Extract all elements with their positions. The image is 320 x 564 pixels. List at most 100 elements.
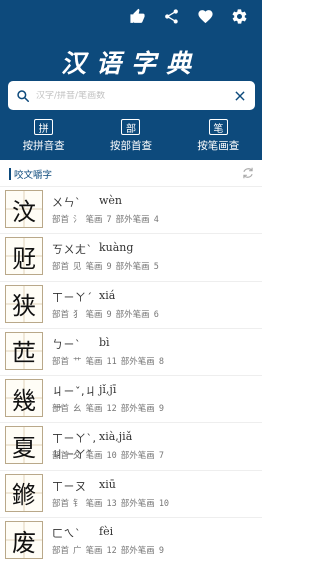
pinyin: fèi — [99, 525, 114, 539]
pinyin: xiū — [99, 477, 116, 491]
lookup-by-strokes-button[interactable]: 笔 按笔画查 — [175, 119, 262, 153]
strokes-value: 9 — [106, 309, 112, 320]
radical-value: 夂 — [73, 451, 82, 462]
character-tile: 幾 — [5, 379, 43, 418]
list-item[interactable]: 幾ㄐㄧˇ,ㄐㄧ jǐ,jī 部首幺笔画 12 部外笔画 9 — [0, 375, 262, 423]
strokes-value: 12 — [106, 546, 117, 557]
extra-strokes-label: 部外笔画 — [120, 546, 155, 557]
radical-label: 部首 — [52, 356, 70, 367]
extra-strokes-label: 部外笔画 — [120, 451, 155, 462]
gear-icon — [232, 8, 246, 24]
radical-label: 部首 — [52, 451, 70, 462]
list-item[interactable]: 废 ㄈㄟˋ fèi 部首广笔画 12 部外笔画 9 — [0, 517, 262, 564]
extra-strokes-value: 8 — [158, 356, 164, 367]
zhuyin: ㄈㄟˋ — [52, 527, 81, 541]
character-tile: 汶 — [5, 190, 43, 228]
extra-strokes-label: 部外笔画 — [120, 404, 155, 415]
extra-strokes-value: 9 — [158, 546, 164, 557]
like-button[interactable] — [120, 7, 154, 25]
pinyin: kuàng — [99, 241, 134, 255]
strokes-label: 笔画 — [85, 404, 103, 415]
extra-strokes-value: 4 — [153, 215, 159, 225]
character-meta: 部首氵笔画 7 部外笔画 4 — [52, 213, 163, 225]
radical-value: 艹 — [73, 356, 82, 367]
header-actions — [120, 7, 256, 25]
strokes-label: 笔画 — [85, 546, 103, 557]
search-input[interactable] — [36, 90, 233, 101]
list-item[interactable]: 狭 ㄒㄧㄚˊ xiá 部首犭笔画 9 部外笔画 6 — [0, 280, 262, 328]
favorite-button[interactable] — [188, 7, 222, 25]
radical-label: 部首 — [52, 498, 70, 509]
radical-value: 幺 — [73, 404, 82, 415]
extra-strokes-value: 10 — [158, 498, 170, 509]
extra-strokes-label: 部外笔画 — [115, 309, 150, 320]
list-item[interactable]: 汶 ㄨㄣˋ wèn 部首氵笔画 7 部外笔画 4 — [0, 186, 262, 234]
strokes-label: 笔画 — [85, 309, 103, 320]
radical-value: 犭 — [73, 309, 82, 320]
radical-value: 见 — [73, 262, 82, 273]
radical-icon: 部 — [121, 119, 141, 135]
zhuyin: ㄎㄨㄤˋ — [52, 243, 93, 257]
character-meta: 部首艹笔画 11 部外笔画 8 — [52, 355, 168, 367]
character-tile: 废 — [5, 521, 43, 560]
character-glyph: 夏 — [12, 433, 36, 462]
radical-label: 部首 — [52, 546, 70, 557]
radical-value: 钅 — [73, 498, 82, 509]
pinyin: xiá — [99, 288, 116, 302]
app-title: 汉语字典 — [60, 49, 201, 78]
radical-value: 氵 — [73, 215, 82, 225]
lookup-by-pinyin-button[interactable]: 拼 按拼音查 — [0, 119, 87, 153]
extra-strokes-label: 部外笔画 — [120, 356, 155, 367]
thumbs-up-icon — [129, 8, 145, 23]
character-glyph: 苉 — [12, 339, 36, 368]
character-tile: 觃 — [5, 237, 43, 276]
character-glyph: 觃 — [12, 244, 36, 273]
strokes-label: 笔画 — [85, 356, 103, 367]
strokes-value: 12 — [106, 404, 117, 415]
zhuyin: ㄨㄣˋ — [52, 196, 81, 209]
character-tile: 苉 — [5, 331, 43, 370]
extra-strokes-label: 部外笔画 — [115, 215, 150, 225]
radical-label: 部首 — [52, 309, 70, 320]
refresh-icon[interactable] — [241, 166, 255, 180]
pinyin-icon: 拼 — [34, 119, 54, 135]
list-item[interactable]: 觃 ㄎㄨㄤˋ kuàng 部首见笔画 9 部外笔画 5 — [0, 233, 262, 281]
app-header: 汉语字典 拼 按拼音查 部 按部首查 笔 按笔画查 — [0, 0, 262, 160]
radical-label: 部首 — [52, 404, 70, 415]
lookup-by-radical-button[interactable]: 部 按部首查 — [87, 119, 174, 153]
pinyin: xià,jiǎ — [99, 430, 133, 444]
clear-icon[interactable] — [233, 89, 247, 103]
section-title: 咬文嚼字 — [14, 170, 53, 181]
character-meta: 部首钅笔画 13 部外笔画 10 — [52, 497, 173, 509]
search-bar[interactable] — [8, 81, 255, 110]
character-meta: 部首广笔画 12 部外笔画 9 — [52, 544, 168, 556]
lookup-by-strokes-label: 按笔画查 — [197, 140, 240, 152]
search-icon — [17, 89, 30, 102]
list-item[interactable]: 夏ㄒㄧㄚˋ,ㄐㄧㄚˇ xià,jiǎ 部首夂笔画 10 部外笔画 7 — [0, 422, 262, 470]
radical-value: 广 — [73, 546, 82, 557]
strokes-value: 7 — [106, 215, 112, 225]
extra-strokes-value: 9 — [158, 404, 164, 415]
character-glyph: 幾 — [12, 386, 36, 415]
radical-label: 部首 — [52, 215, 70, 225]
strokes-label: 笔画 — [85, 451, 103, 462]
share-button[interactable] — [154, 7, 188, 25]
settings-button[interactable] — [222, 7, 256, 25]
strokes-value: 13 — [106, 498, 117, 509]
character-tile: 鎀 — [5, 473, 43, 512]
character-meta: 部首见笔画 9 部外笔画 5 — [52, 260, 163, 272]
list-item[interactable]: 苉 ㄅㄧˋ bì 部首艹笔画 11 部外笔画 8 — [0, 327, 262, 376]
radical-label: 部首 — [52, 262, 70, 273]
extra-strokes-value: 5 — [153, 262, 159, 273]
heart-icon — [197, 9, 213, 23]
section-accent-bar — [9, 168, 11, 180]
character-meta: 部首犭笔画 9 部外笔画 6 — [52, 308, 163, 320]
character-glyph: 狭 — [12, 292, 36, 321]
lookup-by-radical-label: 按部首查 — [109, 140, 152, 152]
character-meta: 部首夂笔画 10 部外笔画 7 — [52, 449, 168, 461]
zhuyin: ㄒㄧㄚˊ — [52, 290, 93, 304]
list-item[interactable]: 鎀 ㄒㄧㄡ xiū 部首钅笔画 13 部外笔画 10 — [0, 469, 262, 518]
character-tile: 狭 — [5, 284, 43, 323]
character-glyph: 废 — [12, 528, 36, 557]
zhuyin: ㄅㄧˋ — [52, 337, 81, 351]
